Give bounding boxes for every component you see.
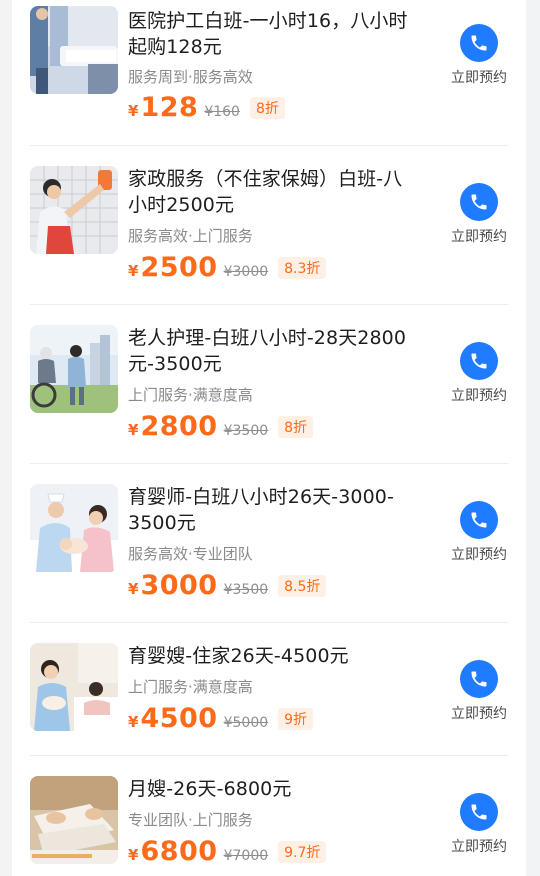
service-tags: 服务周到·服务高效 (128, 68, 253, 86)
book-label: 立即预约 (451, 839, 507, 855)
sale-price: 6800 (140, 836, 218, 867)
service-item[interactable]: 育婴师-白班八小时26天-3000-3500元 服务高效·专业团队 ¥3000 ¥… (12, 464, 526, 623)
service-title: 老人护理-白班八小时-28天2800元-3500元 (128, 327, 407, 375)
nursery-nurse-illustration (30, 484, 118, 572)
book-label: 立即预约 (451, 229, 507, 245)
phone-icon[interactable] (460, 24, 498, 62)
discount-badge: 9折 (278, 708, 314, 730)
folding-clothes-thumbnail (30, 776, 118, 864)
service-title: 月嫂-26天-6800元 (128, 778, 292, 800)
book-label: 立即预约 (451, 547, 507, 563)
currency-symbol: ¥ (128, 580, 139, 598)
service-item[interactable]: 老人护理-白班八小时-28天2800元-3500元 上门服务·满意度高 ¥280… (12, 305, 526, 464)
discount-badge: 8折 (249, 97, 285, 119)
price-row: ¥6800 ¥7000 9.7折 (128, 836, 327, 870)
service-tags: 上门服务·满意度高 (128, 678, 253, 696)
book-button[interactable]: 立即预约 (442, 342, 516, 405)
phone-icon[interactable] (460, 793, 498, 831)
sale-price: 4500 (140, 703, 218, 734)
original-price: ¥7000 (223, 848, 269, 864)
cleaning-worker-thumbnail (30, 166, 118, 254)
price-row: ¥2500 ¥3000 8.3折 (128, 252, 327, 286)
phone-icon[interactable] (460, 342, 498, 380)
service-title: 医院护工白班-一小时16，八小时起购128元 (128, 10, 408, 58)
discount-badge: 9.7折 (278, 841, 327, 863)
service-item[interactable]: 月嫂-26天-6800元 专业团队·上门服务 ¥6800 ¥7000 9.7折 立即… (12, 756, 526, 876)
book-label: 立即预约 (451, 70, 507, 86)
discount-badge: 8.3折 (278, 257, 327, 279)
currency-symbol: ¥ (128, 421, 139, 439)
original-price: ¥3000 (223, 264, 269, 280)
currency-symbol: ¥ (128, 846, 139, 864)
hospital-bed-thumbnail (30, 6, 118, 94)
service-tags: 上门服务·满意度高 (128, 386, 253, 404)
sale-price: 128 (140, 92, 199, 123)
service-list-card: 医院护工白班-一小时16，八小时起购128元 服务周到·服务高效 ¥128 ¥16… (12, 0, 526, 876)
book-label: 立即预约 (451, 388, 507, 404)
service-title: 育婴师-白班八小时26天-3000-3500元 (128, 486, 394, 534)
discount-badge: 8.5折 (278, 575, 327, 597)
book-button[interactable]: 立即预约 (442, 793, 516, 856)
service-item[interactable]: 家政服务（不住家保姆）白班-八小时2500元 服务高效·上门服务 ¥2500 ¥3… (12, 146, 526, 305)
currency-symbol: ¥ (128, 713, 139, 731)
price-row: ¥3000 ¥3500 8.5折 (128, 570, 327, 604)
sale-price: 2500 (140, 252, 218, 283)
service-tags: 服务高效·专业团队 (128, 545, 253, 563)
elderly-care-illustration (30, 325, 118, 413)
original-price: ¥3500 (223, 423, 269, 439)
phone-icon[interactable] (460, 183, 498, 221)
elderly-care-thumbnail (30, 325, 118, 413)
price-row: ¥128 ¥160 8折 (128, 92, 285, 126)
maternity-caregiver-illustration (30, 643, 118, 731)
service-title: 家政服务（不住家保姆）白班-八小时2500元 (128, 168, 403, 216)
service-list-page: 医院护工白班-一小时16，八小时起购128元 服务周到·服务高效 ¥128 ¥16… (0, 0, 540, 876)
hospital-bed-illustration (30, 6, 118, 94)
price-row: ¥4500 ¥5000 9折 (128, 703, 314, 737)
currency-symbol: ¥ (128, 102, 139, 120)
book-button[interactable]: 立即预约 (442, 183, 516, 246)
folding-clothes-illustration (30, 776, 118, 864)
currency-symbol: ¥ (128, 262, 139, 280)
book-button[interactable]: 立即预约 (442, 501, 516, 564)
original-price: ¥160 (204, 104, 240, 120)
book-label: 立即预约 (451, 706, 507, 722)
service-item[interactable]: 育婴嫂-住家26天-4500元 上门服务·满意度高 ¥4500 ¥5000 9折 立… (12, 623, 526, 756)
book-button[interactable]: 立即预约 (442, 660, 516, 723)
phone-icon[interactable] (460, 660, 498, 698)
service-title: 育婴嫂-住家26天-4500元 (128, 645, 349, 667)
cleaning-worker-illustration (30, 166, 118, 254)
nursery-nurse-thumbnail (30, 484, 118, 572)
service-item[interactable]: 医院护工白班-一小时16，八小时起购128元 服务周到·服务高效 ¥128 ¥16… (12, 0, 526, 146)
service-tags: 服务高效·上门服务 (128, 227, 253, 245)
book-button[interactable]: 立即预约 (442, 24, 516, 87)
price-row: ¥2800 ¥3500 8折 (128, 411, 314, 445)
sale-price: 2800 (140, 411, 218, 442)
discount-badge: 8折 (278, 416, 314, 438)
maternity-caregiver-thumbnail (30, 643, 118, 731)
sale-price: 3000 (140, 570, 218, 601)
phone-icon[interactable] (460, 501, 498, 539)
service-tags: 专业团队·上门服务 (128, 811, 253, 829)
original-price: ¥5000 (223, 715, 269, 731)
original-price: ¥3500 (223, 582, 269, 598)
